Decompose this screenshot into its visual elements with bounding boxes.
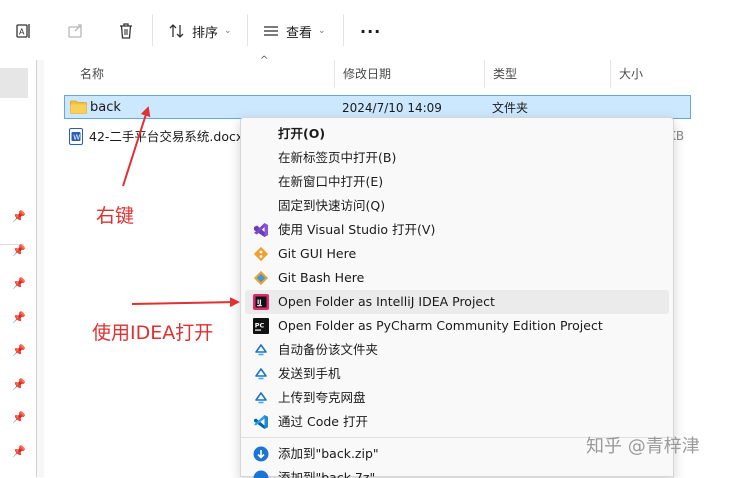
open-with-idea-annotation: 使用IDEA打开: [92, 318, 213, 345]
annotation-arrows: [0, 0, 745, 477]
right-click-annotation: 右键: [96, 201, 134, 228]
watermark: 知乎 @青梓津: [586, 432, 700, 458]
right-click-arrow: [123, 108, 148, 186]
idea-arrow: [132, 302, 238, 304]
